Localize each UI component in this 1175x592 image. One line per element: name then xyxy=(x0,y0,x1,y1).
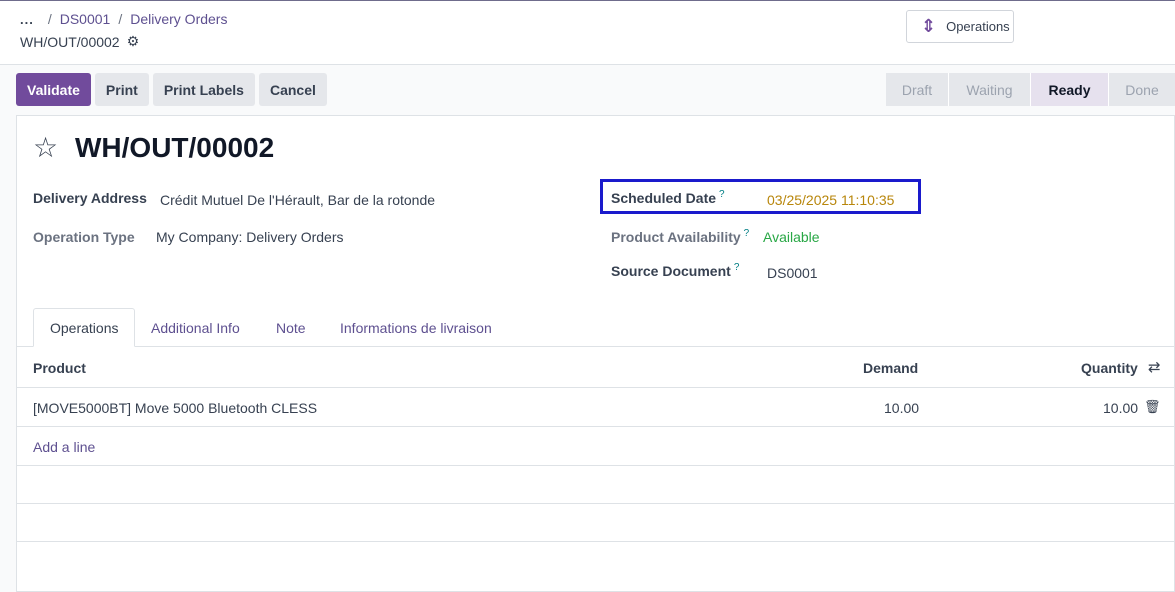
product-availability-label: Product Availability? xyxy=(611,228,750,245)
row-product: [MOVE5000BT] Move 5000 Bluetooth CLESS xyxy=(33,400,318,416)
help-icon[interactable]: ? xyxy=(734,262,740,273)
breadcrumb-delivery-orders[interactable]: Delivery Orders xyxy=(130,11,227,27)
tab-informations-de-livraison[interactable]: Informations de livraison xyxy=(340,308,492,347)
source-document-field[interactable]: DS0001 xyxy=(767,265,818,281)
record-id: WH/OUT/00002 xyxy=(20,33,120,50)
delivery-address-label: Delivery Address xyxy=(33,190,147,206)
product-availability-value: Available xyxy=(763,229,820,245)
add-line-row: Add a line xyxy=(16,427,1175,466)
star-icon[interactable]: ☆ xyxy=(33,134,58,162)
breadcrumb-separator: / xyxy=(118,11,123,27)
tab-note[interactable]: Note xyxy=(276,308,306,347)
status-draft[interactable]: Draft xyxy=(886,73,948,106)
record-breadcrumb-title: WH/OUT/00002 ⚙ xyxy=(20,33,139,50)
status-ready[interactable]: Ready xyxy=(1030,73,1108,106)
breadcrumb-separator: / xyxy=(47,11,52,27)
table-header: Product Demand Quantity ⇄ xyxy=(16,347,1175,388)
print-button[interactable]: Print xyxy=(94,73,149,106)
source-document-label: Source Document? xyxy=(611,262,740,279)
scheduled-date-field[interactable]: 03/25/2025 11:10:35 xyxy=(767,192,894,208)
form-title: WH/OUT/00002 xyxy=(75,132,275,163)
row-quantity: 10.00 xyxy=(1103,400,1139,416)
operation-type-label: Operation Type xyxy=(33,229,135,245)
optional-columns-icon[interactable]: ⇄ xyxy=(1148,358,1161,376)
operation-type-field[interactable]: My Company: Delivery Orders xyxy=(156,229,344,245)
tab-additional-info[interactable]: Additional Info xyxy=(151,308,240,347)
column-quantity[interactable]: Quantity xyxy=(1081,360,1138,376)
status-done[interactable]: Done xyxy=(1108,73,1175,106)
column-product[interactable]: Product xyxy=(33,360,86,376)
status-bar: Draft Waiting Ready Done xyxy=(886,73,1175,106)
empty-row xyxy=(16,503,1175,542)
cancel-button[interactable]: Cancel xyxy=(258,73,327,106)
source-document-label-text: Source Document xyxy=(611,263,731,279)
print-labels-button[interactable]: Print Labels xyxy=(152,73,255,106)
help-icon[interactable]: ? xyxy=(719,189,725,200)
breadcrumb-more-button[interactable]: ... xyxy=(20,12,34,27)
operations-button-label: Operations xyxy=(946,19,1010,34)
column-demand[interactable]: Demand xyxy=(863,360,918,376)
status-waiting[interactable]: Waiting xyxy=(948,73,1030,106)
delivery-address-field[interactable]: Crédit Mutuel De l'Hérault, Bar de la ro… xyxy=(160,192,435,208)
trash-icon[interactable]: 🗑 xyxy=(1144,399,1161,415)
tab-operations[interactable]: Operations xyxy=(33,308,136,347)
operations-smart-button[interactable]: ⇕ Operations xyxy=(906,10,1014,43)
breadcrumb: ... / DS0001 / Delivery Orders xyxy=(20,11,235,27)
table-row[interactable]: [MOVE5000BT] Move 5000 Bluetooth CLESS 1… xyxy=(16,388,1175,427)
empty-row xyxy=(16,465,1175,504)
action-buttons: Validate Print Print Labels Cancel xyxy=(16,73,327,106)
notebook-tabs: Operations Additional Info Note Informat… xyxy=(16,308,1175,347)
help-icon[interactable]: ? xyxy=(744,228,750,239)
control-panel: ... / DS0001 / Delivery Orders WH/OUT/00… xyxy=(0,1,1175,65)
gear-icon[interactable]: ⚙ xyxy=(127,33,140,50)
add-a-line-link[interactable]: Add a line xyxy=(33,439,95,455)
validate-button[interactable]: Validate xyxy=(16,73,91,106)
row-demand: 10.00 xyxy=(884,400,920,416)
scheduled-date-label-text: Scheduled Date xyxy=(611,190,717,206)
up-down-arrow-icon: ⇕ xyxy=(921,16,937,36)
product-availability-label-text: Product Availability xyxy=(611,229,741,245)
scheduled-date-label: Scheduled Date? xyxy=(611,189,725,206)
breadcrumb-ds0001[interactable]: DS0001 xyxy=(60,11,111,27)
